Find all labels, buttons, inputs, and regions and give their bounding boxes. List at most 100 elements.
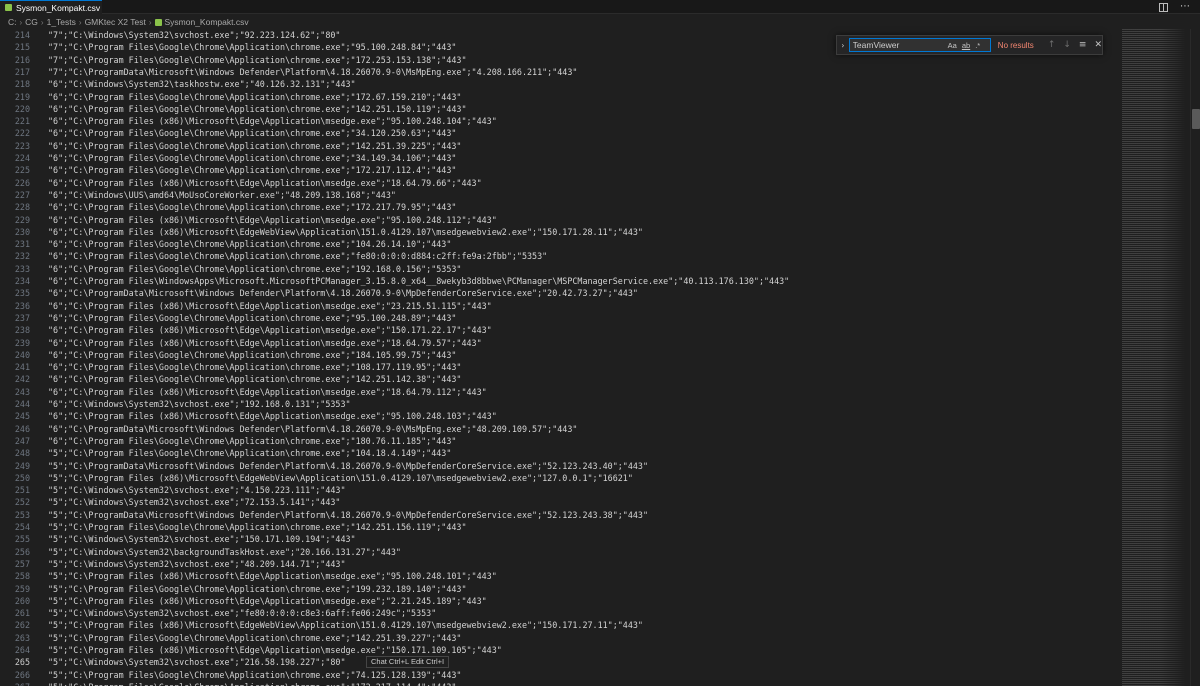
split-editor-icon[interactable] xyxy=(1159,3,1168,12)
match-whole-word-icon[interactable]: ab xyxy=(962,41,970,50)
line-text: "5";"C:\Program Files\Google\Chrome\Appl… xyxy=(48,522,467,532)
line-number: 251 xyxy=(14,485,30,496)
code-line[interactable]: 218 "6";"C:\Windows\System32\taskhostw.ex… xyxy=(0,78,1118,90)
inline-chat-hint[interactable]: Chat Ctrl+L Edit Ctrl+I xyxy=(366,656,450,668)
breadcrumb-item[interactable]: Sysmon_Kompakt.csv xyxy=(165,17,249,27)
code-line[interactable]: 259 "5";"C:\Program Files\Google\Chrome\A… xyxy=(0,583,1118,595)
line-text: "6";"C:\Program Files (x86)\Microsoft\Ed… xyxy=(48,226,643,237)
code-line[interactable]: 261 "5";"C:\Windows\System32\svchost.exe"… xyxy=(0,607,1118,619)
find-input[interactable] xyxy=(852,40,943,50)
code-line[interactable]: 230 "6";"C:\Program Files (x86)\Microsoft… xyxy=(0,226,1118,238)
code-line[interactable]: 235 "6";"C:\ProgramData\Microsoft\Windows… xyxy=(0,287,1118,299)
close-icon[interactable]: ✕ xyxy=(1094,40,1102,50)
editor-text-area[interactable]: 214 "7";"C:\Windows\System32\svchost.exe"… xyxy=(0,29,1118,686)
code-line[interactable]: 242 "6";"C:\Program Files\Google\Chrome\A… xyxy=(0,373,1118,385)
line-text: "6";"C:\Program Files (x86)\Microsoft\Ed… xyxy=(48,337,482,348)
code-line[interactable]: 260 "5";"C:\Program Files (x86)\Microsoft… xyxy=(0,595,1118,607)
code-line[interactable]: 252 "5";"C:\Windows\System32\svchost.exe"… xyxy=(0,496,1118,508)
code-line[interactable]: 220 "6";"C:\Program Files\Google\Chrome\A… xyxy=(0,103,1118,115)
code-line[interactable]: 257 "5";"C:\Windows\System32\svchost.exe"… xyxy=(0,558,1118,570)
line-text: "5";"C:\Windows\System32\svchost.exe";"1… xyxy=(48,534,356,545)
code-line[interactable]: 217 "7";"C:\ProgramData\Microsoft\Windows… xyxy=(0,66,1118,78)
more-actions-icon[interactable]: ⋯ xyxy=(1180,1,1190,13)
breadcrumb-item[interactable]: CG xyxy=(25,17,38,27)
line-text: "6";"C:\Windows\UUS\amd64\MoUsoCoreWorke… xyxy=(48,189,396,200)
code-line[interactable]: 266 "5";"C:\Program Files\Google\Chrome\A… xyxy=(0,669,1118,681)
code-line[interactable]: 216 "7";"C:\Program Files\Google\Chrome\A… xyxy=(0,54,1118,66)
line-text: "6";"C:\Program Files (x86)\Microsoft\Ed… xyxy=(48,325,492,336)
use-regex-icon[interactable]: .* xyxy=(975,41,980,50)
code-line[interactable]: 262 "5";"C:\Program Files (x86)\Microsoft… xyxy=(0,619,1118,631)
code-line[interactable]: 248 "5";"C:\Program Files\Google\Chrome\A… xyxy=(0,447,1118,459)
code-line[interactable]: 240 "6";"C:\Program Files\Google\Chrome\A… xyxy=(0,349,1118,361)
code-line[interactable]: 226 "6";"C:\Program Files (x86)\Microsoft… xyxy=(0,177,1118,189)
code-line[interactable]: 250 "5";"C:\Program Files (x86)\Microsoft… xyxy=(0,472,1118,484)
match-case-icon[interactable]: Aa xyxy=(948,41,957,50)
code-line[interactable]: 256 "5";"C:\Windows\System32\backgroundTa… xyxy=(0,546,1118,558)
line-number: 246 xyxy=(14,423,30,434)
code-line[interactable]: 232 "6";"C:\Program Files\Google\Chrome\A… xyxy=(0,250,1118,262)
line-number: 225 xyxy=(14,165,30,176)
code-line[interactable]: 253 "5";"C:\ProgramData\Microsoft\Windows… xyxy=(0,509,1118,521)
code-line[interactable]: 258 "5";"C:\Program Files (x86)\Microsoft… xyxy=(0,570,1118,582)
code-line[interactable]: 251 "5";"C:\Windows\System32\svchost.exe"… xyxy=(0,484,1118,496)
line-number: 259 xyxy=(14,583,30,594)
code-line[interactable]: 223 "6";"C:\Program Files\Google\Chrome\A… xyxy=(0,140,1118,152)
code-line[interactable]: 227 "6";"C:\Windows\UUS\amd64\MoUsoCoreWo… xyxy=(0,189,1118,201)
line-text: "5";"C:\Program Files\Google\Chrome\Appl… xyxy=(48,669,462,680)
find-widget: › Aa ab .* No results ↑ ↓ ≡ ✕ xyxy=(836,35,1103,55)
scrollbar-thumb[interactable] xyxy=(1192,109,1200,129)
line-text: "6";"C:\Windows\System32\taskhostw.exe";… xyxy=(48,79,356,90)
code-line[interactable]: 224 "6";"C:\Program Files\Google\Chrome\A… xyxy=(0,152,1118,164)
code-line[interactable]: 237 "6";"C:\Program Files\Google\Chrome\A… xyxy=(0,312,1118,324)
code-line[interactable]: 231 "6";"C:\Program Files\Google\Chrome\A… xyxy=(0,238,1118,250)
line-number: 226 xyxy=(14,177,30,188)
chevron-right-icon: › xyxy=(78,17,82,27)
toggle-replace-icon[interactable]: › xyxy=(837,41,849,50)
line-text: "6";"C:\Program Files\Google\Chrome\Appl… xyxy=(48,349,457,360)
code-line[interactable]: 239 "6";"C:\Program Files (x86)\Microsoft… xyxy=(0,337,1118,349)
line-text: "5";"C:\Windows\System32\backgroundTaskH… xyxy=(48,546,401,557)
code-line[interactable]: 238 "6";"C:\Program Files (x86)\Microsoft… xyxy=(0,324,1118,336)
tab-sysmon-kompakt[interactable]: Sysmon_Kompakt.csv xyxy=(0,0,102,14)
code-line[interactable]: 229 "6";"C:\Program Files (x86)\Microsoft… xyxy=(0,214,1118,226)
line-number: 236 xyxy=(14,300,30,311)
line-number: 255 xyxy=(14,534,30,545)
code-line[interactable]: 225 "6";"C:\Program Files\Google\Chrome\A… xyxy=(0,164,1118,176)
code-line[interactable]: 233 "6";"C:\Program Files\Google\Chrome\A… xyxy=(0,263,1118,275)
line-number: 247 xyxy=(14,435,30,446)
line-text: "6";"C:\Program Files\Google\Chrome\Appl… xyxy=(48,362,462,373)
code-line[interactable]: 243 "6";"C:\Program Files (x86)\Microsoft… xyxy=(0,386,1118,398)
minimap[interactable] xyxy=(1118,29,1190,686)
code-line[interactable]: 246 "6";"C:\ProgramData\Microsoft\Windows… xyxy=(0,423,1118,435)
code-line[interactable]: 221 "6";"C:\Program Files (x86)\Microsoft… xyxy=(0,115,1118,127)
code-line[interactable]: 255 "5";"C:\Windows\System32\svchost.exe"… xyxy=(0,533,1118,545)
code-line[interactable]: 249 "5";"C:\ProgramData\Microsoft\Windows… xyxy=(0,460,1118,472)
line-text: "5";"C:\Windows\System32\svchost.exe";"4… xyxy=(48,485,346,496)
code-line[interactable]: 247 "6";"C:\Program Files\Google\Chrome\A… xyxy=(0,435,1118,447)
code-line[interactable]: 219 "6";"C:\Program Files\Google\Chrome\A… xyxy=(0,91,1118,103)
code-line[interactable]: 241 "6";"C:\Program Files\Google\Chrome\A… xyxy=(0,361,1118,373)
code-line[interactable]: 264 "5";"C:\Program Files (x86)\Microsoft… xyxy=(0,644,1118,656)
code-line[interactable]: 222 "6";"C:\Program Files\Google\Chrome\A… xyxy=(0,127,1118,139)
breadcrumb-item[interactable]: 1_Tests xyxy=(47,17,76,27)
vertical-scrollbar[interactable] xyxy=(1190,29,1200,686)
line-number: 234 xyxy=(14,276,30,286)
find-in-selection-icon[interactable]: ≡ xyxy=(1079,40,1087,50)
next-match-icon[interactable]: ↓ xyxy=(1063,40,1071,50)
code-line[interactable]: 245 "6";"C:\Program Files (x86)\Microsoft… xyxy=(0,410,1118,422)
breadcrumb-item[interactable]: C: xyxy=(8,17,17,27)
code-line[interactable]: 234 "6";"C:\Program Files\WindowsApps\Mic… xyxy=(0,275,1118,287)
code-line[interactable]: 236 "6";"C:\Program Files (x86)\Microsoft… xyxy=(0,300,1118,312)
line-number: 217 xyxy=(14,66,30,77)
line-text: "5";"C:\Program Files (x86)\Microsoft\Ed… xyxy=(48,645,502,655)
code-line[interactable]: 228 "6";"C:\Program Files\Google\Chrome\A… xyxy=(0,201,1118,213)
code-line[interactable]: 267 "5";"C:\Program Files\Google\Chrome\A… xyxy=(0,681,1118,686)
code-line[interactable]: 254 "5";"C:\Program Files\Google\Chrome\A… xyxy=(0,521,1118,533)
line-number: 256 xyxy=(14,546,30,557)
code-line[interactable]: 263 "5";"C:\Program Files\Google\Chrome\A… xyxy=(0,632,1118,644)
code-line[interactable]: 244 "6";"C:\Windows\System32\svchost.exe"… xyxy=(0,398,1118,410)
code-line[interactable]: 265 "5";"C:\Windows\System32\svchost.exe"… xyxy=(0,656,1118,668)
breadcrumb-item[interactable]: GMKtec X2 Test xyxy=(85,17,146,27)
previous-match-icon[interactable]: ↑ xyxy=(1048,40,1056,50)
